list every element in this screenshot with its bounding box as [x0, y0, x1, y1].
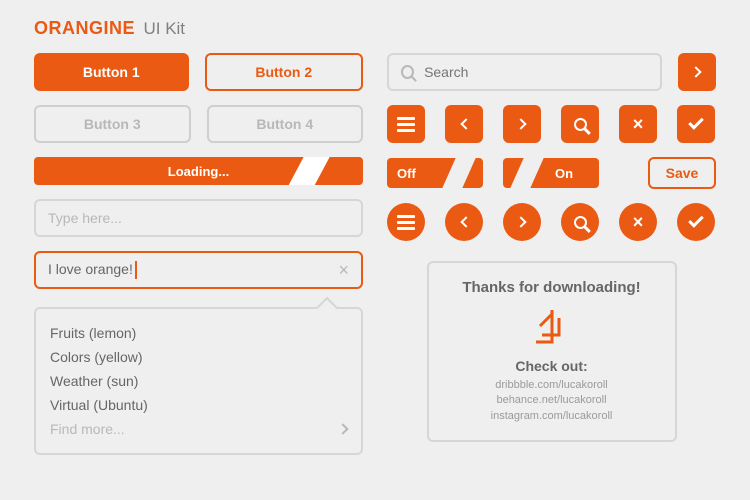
dropdown-more[interactable]: Find more...: [50, 417, 347, 441]
progress-label: Loading...: [168, 164, 229, 179]
input-value: I love orange!: [48, 261, 133, 277]
card-link[interactable]: dribbble.com/lucakoroll: [445, 378, 659, 393]
search-button[interactable]: [561, 105, 599, 143]
text-input-active[interactable]: I love orange! ×: [34, 251, 363, 289]
save-button[interactable]: Save: [648, 157, 716, 189]
search-button-round[interactable]: [561, 203, 599, 241]
button-4: Button 4: [207, 105, 364, 143]
confirm-button[interactable]: [677, 105, 715, 143]
button-3: Button 3: [34, 105, 191, 143]
dropdown-panel: Fruits (lemon) Colors (yellow) Weather (…: [34, 307, 363, 455]
input-placeholder: Type here...: [48, 210, 122, 226]
card-link[interactable]: behance.net/lucakoroll: [445, 393, 659, 408]
thanks-title: Thanks for downloading!: [445, 279, 659, 296]
next-button[interactable]: [503, 105, 541, 143]
thanks-card: Thanks for downloading! Check out: dribb…: [427, 261, 677, 442]
menu-icon: [397, 215, 415, 230]
search-icon: [401, 65, 414, 79]
go-button[interactable]: [678, 53, 716, 91]
close-button[interactable]: ×: [619, 105, 657, 143]
page-title: ORANGINE UI Kit: [34, 18, 716, 39]
dropdown-item[interactable]: Fruits (lemon): [50, 321, 347, 345]
checkout-label: Check out:: [445, 358, 659, 374]
logo-icon: [532, 306, 572, 346]
brand-sub: UI Kit: [143, 19, 185, 38]
dropdown-item[interactable]: Virtual (Ubuntu): [50, 393, 347, 417]
menu-button-round[interactable]: [387, 203, 425, 241]
toggle-on[interactable]: On: [503, 158, 599, 188]
text-input-empty[interactable]: Type here...: [34, 199, 363, 237]
check-icon: [688, 114, 704, 130]
confirm-button-round[interactable]: [677, 203, 715, 241]
prev-button-round[interactable]: [445, 203, 483, 241]
brand-name: ORANGINE: [34, 18, 135, 38]
clear-icon[interactable]: ×: [338, 260, 349, 281]
prev-button[interactable]: [445, 105, 483, 143]
chevron-left-icon: [460, 216, 471, 227]
menu-button[interactable]: [387, 105, 425, 143]
search-input[interactable]: [387, 53, 662, 91]
search-icon: [574, 118, 587, 131]
close-button-round[interactable]: ×: [619, 203, 657, 241]
chevron-right-icon: [337, 423, 348, 434]
dropdown-item[interactable]: Colors (yellow): [50, 345, 347, 369]
chevron-right-icon: [515, 118, 526, 129]
close-icon: ×: [633, 212, 644, 233]
button-1[interactable]: Button 1: [34, 53, 189, 91]
chevron-right-icon: [515, 216, 526, 227]
check-icon: [688, 212, 704, 228]
dropdown-item[interactable]: Weather (sun): [50, 369, 347, 393]
toggle-off[interactable]: Off: [387, 158, 483, 188]
chevron-right-icon: [690, 66, 701, 77]
search-icon: [574, 216, 587, 229]
chevron-left-icon: [460, 118, 471, 129]
menu-icon: [397, 117, 415, 132]
progress-bar: Loading...: [34, 157, 363, 185]
next-button-round[interactable]: [503, 203, 541, 241]
card-link[interactable]: instagram.com/lucakoroll: [445, 409, 659, 424]
button-2[interactable]: Button 2: [205, 53, 364, 91]
search-field[interactable]: [424, 64, 648, 80]
close-icon: ×: [633, 114, 644, 135]
